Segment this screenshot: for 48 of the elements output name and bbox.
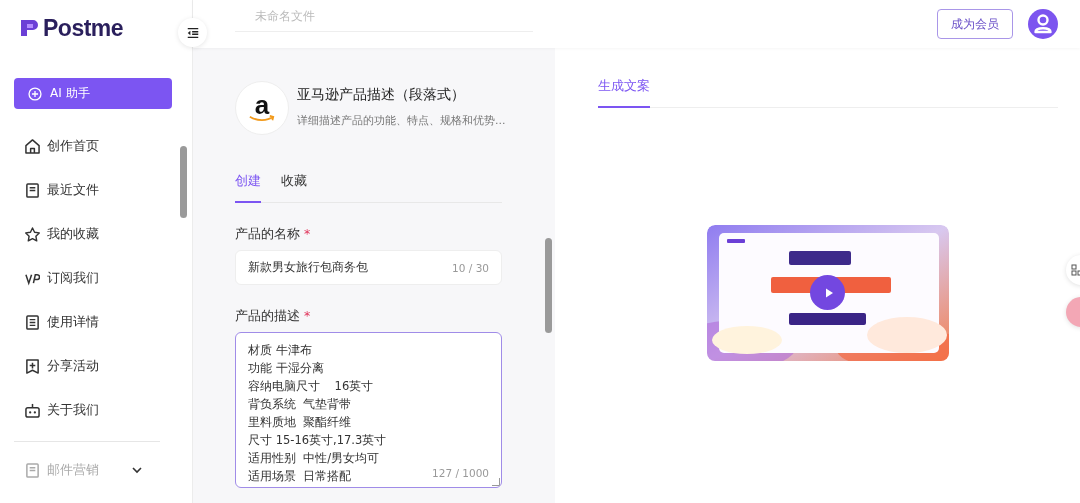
- sidebar-item[interactable]: 创作首页: [14, 124, 165, 168]
- field-value: 功能 干湿分离: [248, 360, 324, 377]
- text-input-field[interactable]: 新款男女旅行包商务包 10 / 30: [235, 250, 502, 285]
- list-icon: [25, 314, 40, 330]
- field-value: 适用性别 中性/男女均可: [248, 450, 380, 467]
- required-mark: *: [304, 308, 311, 325]
- robot-icon: [25, 402, 40, 418]
- template-description: 详细描述产品的功能、特点、规格和优势...: [297, 113, 506, 128]
- document-icon: [25, 182, 40, 198]
- play-icon: [823, 286, 835, 299]
- template-logo: a: [235, 81, 289, 135]
- required-mark: *: [304, 226, 311, 243]
- field-value: 容纳电脑尺寸 16英寸: [248, 378, 374, 395]
- field-value: 适用场景 日常搭配: [248, 468, 352, 485]
- become-member-button[interactable]: 成为会员: [937, 9, 1013, 39]
- field-value: 背负系统 气垫背带: [248, 396, 352, 413]
- field-value: 里料质地 聚酯纤维: [248, 414, 352, 431]
- resize-handle[interactable]: [492, 478, 500, 486]
- tab[interactable]: 生成文案: [598, 77, 650, 108]
- character-count: 10 / 30: [452, 261, 489, 274]
- bookmark-plus-icon: [25, 358, 40, 374]
- field-value: 尺寸 15-16英寸,17.3英寸: [248, 432, 387, 449]
- logo-text: Postme: [43, 16, 124, 40]
- tab[interactable]: 创建: [235, 172, 261, 203]
- sidebar-item[interactable]: 关于我们: [14, 388, 165, 432]
- tab[interactable]: 收藏: [281, 172, 307, 203]
- logo-icon: [21, 18, 41, 38]
- plus-circle-icon: [28, 86, 42, 101]
- sidebar-item[interactable]: 使用详情: [14, 300, 165, 344]
- textarea-field[interactable]: 材质 牛津布 功能 干湿分离 容纳电脑尺寸 16英寸 背负系统 气垫背带 里料质地 聚酯纤维 尺寸 15-16英寸,17.3英寸 适用性别 中性/男女均可 适用场景 日常搭配 127 / 1000: [235, 332, 502, 488]
- template-title: 亚马逊产品描述（段落式）: [297, 86, 466, 104]
- house-icon: [25, 138, 40, 154]
- sidebar-item[interactable]: 最近文件: [14, 168, 165, 212]
- document-icon: [25, 462, 40, 478]
- field-label: 产品的描述: [235, 308, 300, 325]
- user-avatar-icon[interactable]: [1028, 9, 1058, 39]
- ai-assistant-button[interactable]: AI 助手: [14, 78, 172, 109]
- star-icon: [25, 226, 40, 242]
- field-label: 产品的名称: [235, 226, 300, 243]
- sidebar-item[interactable]: 分享活动: [14, 344, 165, 388]
- sidebar-item[interactable]: 我的收藏: [14, 212, 165, 256]
- collapse-menu-icon: [185, 25, 200, 40]
- collapse-sidebar-button[interactable]: [178, 18, 207, 47]
- title-input-field[interactable]: 未命名文件: [235, 8, 533, 32]
- character-count: 127 / 1000: [432, 467, 489, 479]
- field-value: 材质 牛津布: [248, 342, 312, 359]
- sidebar-item[interactable]: 订阅我们: [14, 256, 165, 300]
- field-value: 新款男女旅行包商务包: [248, 260, 368, 275]
